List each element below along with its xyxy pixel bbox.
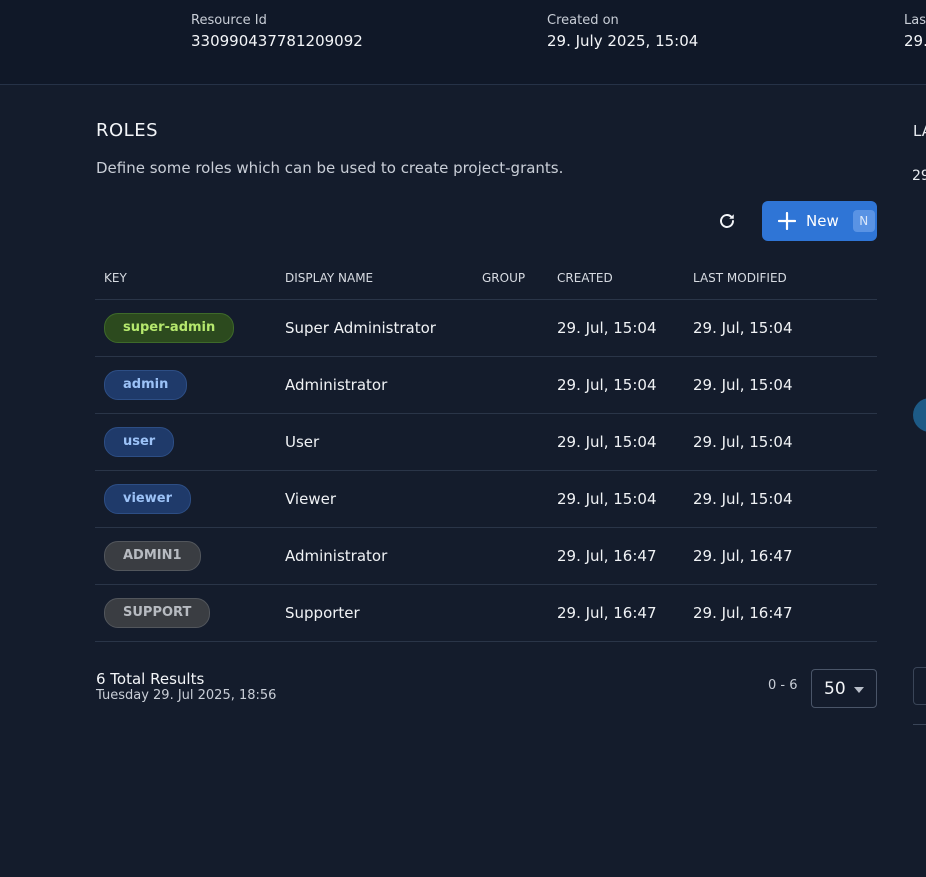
results-timestamp: Tuesday 29. Jul 2025, 18:56 <box>96 688 277 703</box>
side-panel-divider <box>913 724 926 725</box>
created-cell: 29. Jul, 16:47 <box>557 584 693 642</box>
resource-id-block: Resource Id 330990437781209092 <box>191 13 363 50</box>
created-cell: 29. Jul, 16:47 <box>557 527 693 585</box>
page-range: 0 - 6 <box>768 678 798 693</box>
table-row[interactable]: viewer Viewer 29. Jul, 15:04 29. Jul, 15… <box>95 470 877 528</box>
resource-id-label: Resource Id <box>191 13 267 28</box>
new-shortcut-key: N <box>852 210 875 232</box>
page-size-select[interactable]: 50 <box>811 669 877 708</box>
created-on-label: Created on <box>547 13 619 28</box>
plus-icon <box>778 212 796 230</box>
last-modified-cell: 29. Jul, 16:47 <box>693 527 877 585</box>
display-name-cell: User <box>285 413 482 471</box>
table-row[interactable]: SUPPORT Supporter 29. Jul, 16:47 29. Jul… <box>95 584 877 642</box>
last-modified-label: Last <box>904 13 926 28</box>
group-cell <box>482 470 557 528</box>
column-display-name[interactable]: DISPLAY NAME <box>285 256 482 300</box>
group-cell <box>482 584 557 642</box>
resource-header: Resource Id 330990437781209092 Created o… <box>0 0 926 85</box>
total-results: 6 Total Results <box>96 670 205 688</box>
column-group[interactable]: GROUP <box>482 256 557 300</box>
created-cell: 29. Jul, 15:04 <box>557 299 693 357</box>
column-key[interactable]: KEY <box>95 256 285 300</box>
role-key-chip[interactable]: admin <box>104 370 188 400</box>
group-cell <box>482 356 557 414</box>
created-cell: 29. Jul, 15:04 <box>557 470 693 528</box>
role-key-chip[interactable]: super-admin <box>104 313 235 343</box>
chevron-down-icon <box>854 687 864 693</box>
new-button-label: New <box>806 212 839 230</box>
table-row[interactable]: user User 29. Jul, 15:04 29. Jul, 15:04 <box>95 413 877 471</box>
refresh-button[interactable] <box>709 203 745 239</box>
side-panel-avatar[interactable] <box>913 398 926 432</box>
new-role-button[interactable]: New N <box>762 201 877 241</box>
display-name-cell: Super Administrator <box>285 299 482 357</box>
refresh-icon <box>720 214 734 228</box>
table-row[interactable]: ADMIN1 Administrator 29. Jul, 16:47 29. … <box>95 527 877 585</box>
table-row[interactable]: admin Administrator 29. Jul, 15:04 29. J… <box>95 356 877 414</box>
table-header-row: KEY DISPLAY NAME GROUP CREATED LAST MODI… <box>95 256 877 300</box>
last-modified-cell: 29. Jul, 15:04 <box>693 413 877 471</box>
role-key-chip[interactable]: ADMIN1 <box>104 541 201 571</box>
column-created[interactable]: CREATED <box>557 256 693 300</box>
resource-id-value: 330990437781209092 <box>191 32 363 50</box>
display-name-cell: Administrator <box>285 527 482 585</box>
page-size-value: 50 <box>824 678 846 699</box>
created-cell: 29. Jul, 15:04 <box>557 413 693 471</box>
created-on-value: 29. July 2025, 15:04 <box>547 32 699 50</box>
roles-title: ROLES <box>96 120 159 141</box>
role-key-chip[interactable]: SUPPORT <box>104 598 211 628</box>
column-last-modified[interactable]: LAST MODIFIED <box>693 256 877 300</box>
display-name-cell: Administrator <box>285 356 482 414</box>
group-cell <box>482 527 557 585</box>
side-panel-label: LA <box>913 122 926 140</box>
last-modified-cell: 29. Jul, 15:04 <box>693 299 877 357</box>
created-on-block: Created on 29. July 2025, 15:04 <box>547 13 698 50</box>
group-cell <box>482 413 557 471</box>
display-name-cell: Viewer <box>285 470 482 528</box>
group-cell <box>482 299 557 357</box>
last-modified-cell: 29. Jul, 16:47 <box>693 584 877 642</box>
role-key-chip[interactable]: user <box>104 427 175 457</box>
roles-table: KEY DISPLAY NAME GROUP CREATED LAST MODI… <box>95 256 877 642</box>
last-modified-cell: 29. Jul, 15:04 <box>693 470 877 528</box>
last-modified-block: Last 29. <box>904 13 926 50</box>
role-key-chip[interactable]: viewer <box>104 484 191 514</box>
table-row[interactable]: super-admin Super Administrator 29. Jul,… <box>95 299 877 357</box>
display-name-cell: Supporter <box>285 584 482 642</box>
created-cell: 29. Jul, 15:04 <box>557 356 693 414</box>
last-modified-cell: 29. Jul, 15:04 <box>693 356 877 414</box>
roles-description: Define some roles which can be used to c… <box>96 159 564 177</box>
side-panel-box[interactable] <box>913 667 926 705</box>
side-panel-value: 29 <box>912 168 926 184</box>
last-modified-value: 29. <box>904 32 926 50</box>
